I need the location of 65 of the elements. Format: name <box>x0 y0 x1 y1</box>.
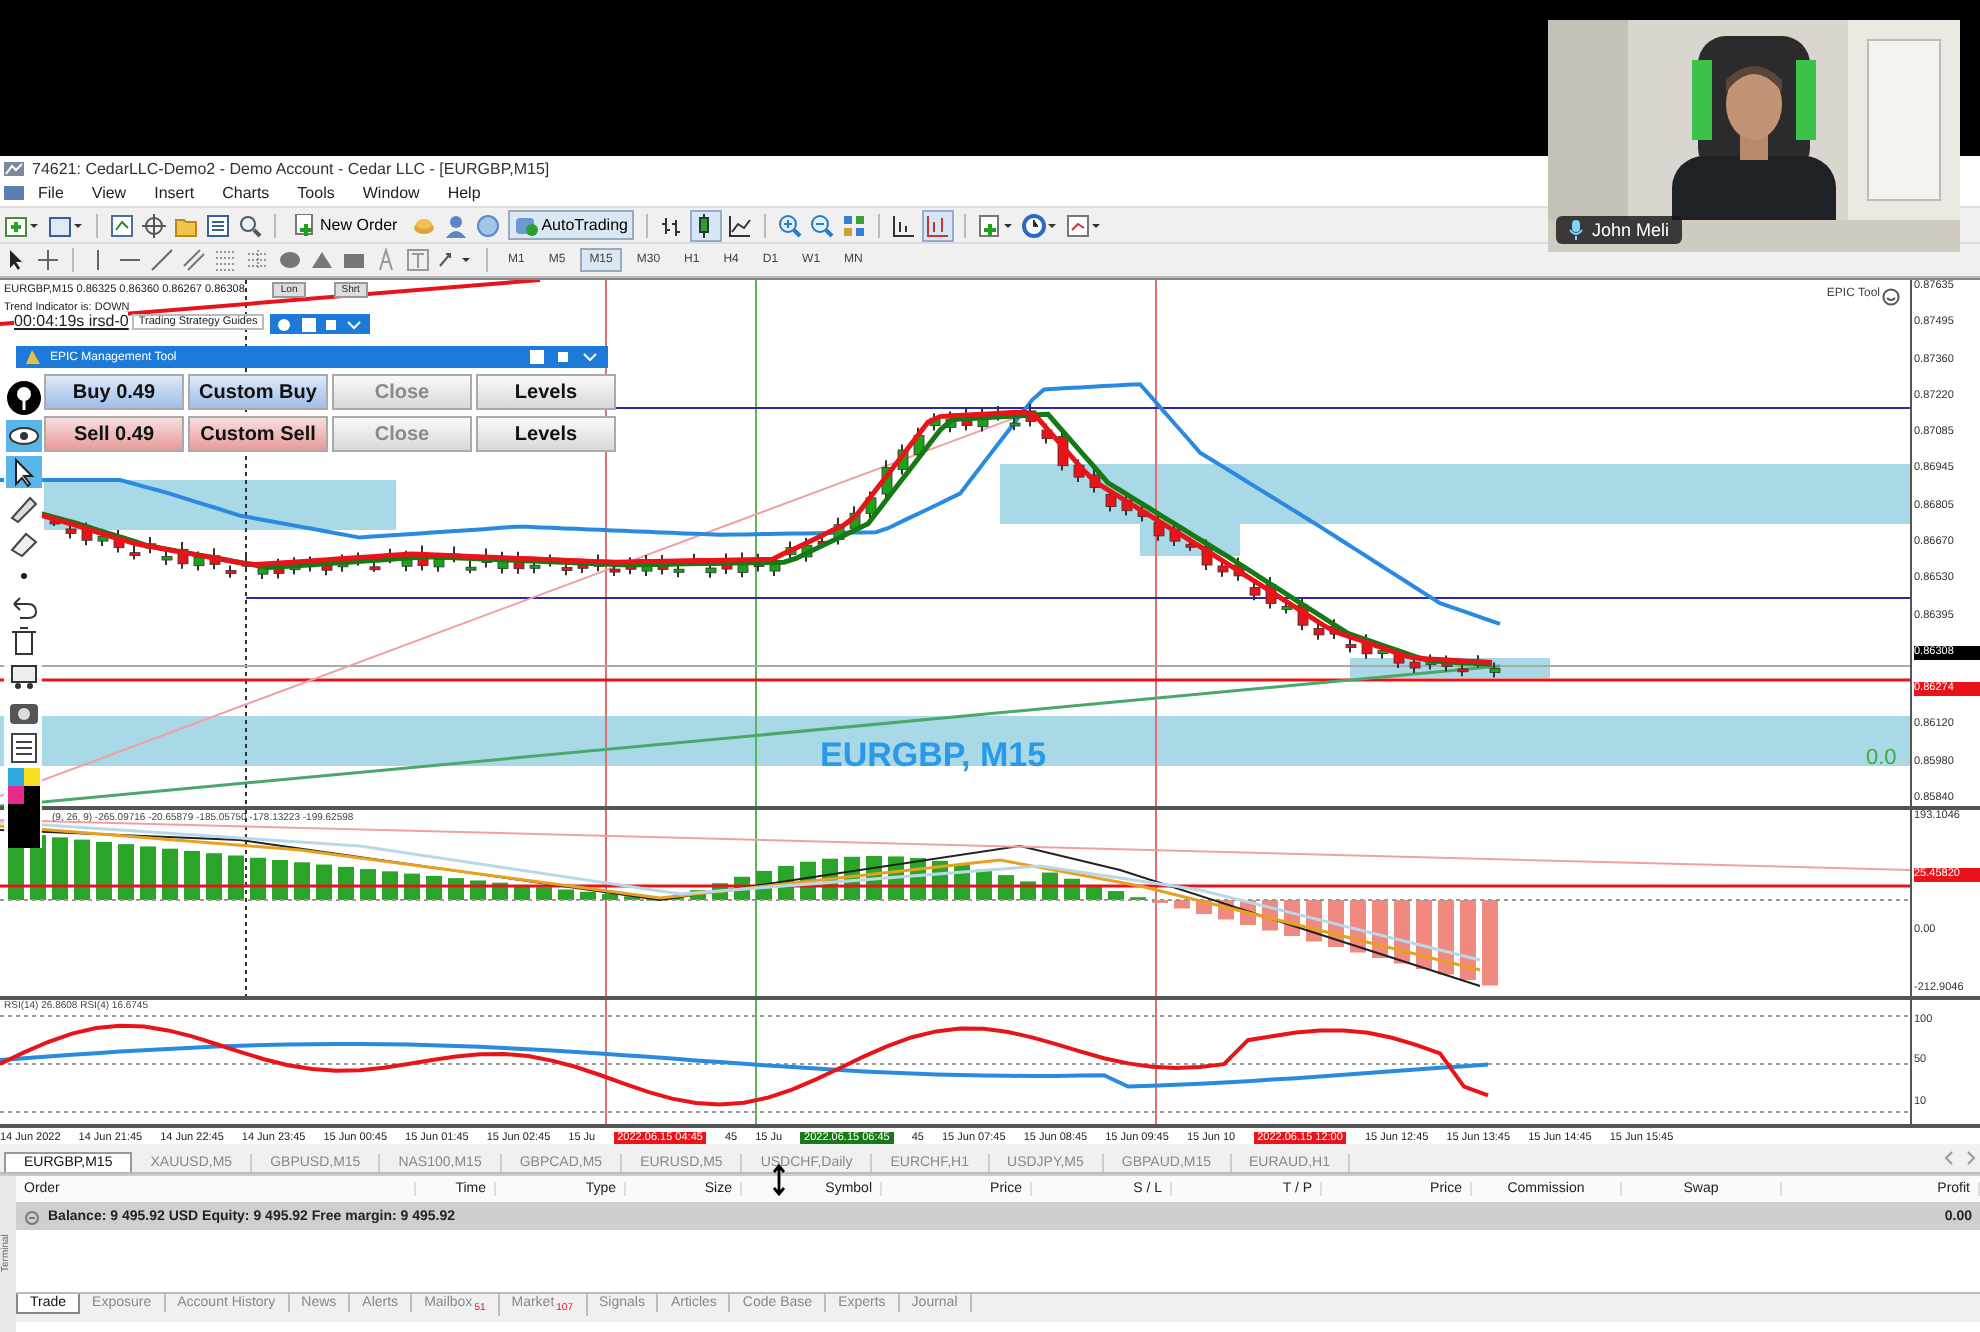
globe-icon[interactable] <box>475 213 500 237</box>
arrows-icon[interactable] <box>438 248 474 272</box>
menu-item[interactable]: Window <box>348 184 434 202</box>
app-icon <box>4 184 24 202</box>
tile-windows-icon[interactable] <box>841 213 866 237</box>
ellipse-icon[interactable] <box>278 248 302 272</box>
trade-button[interactable]: Custom Sell <box>188 416 328 452</box>
clock-icon[interactable] <box>1021 213 1058 237</box>
participant-name: John Meli <box>1592 220 1670 240</box>
folder-icon[interactable] <box>174 213 198 237</box>
countdown-timer: 00:04:19s irsd-0 <box>14 312 129 330</box>
trendline-icon[interactable] <box>150 248 174 272</box>
menu-item[interactable]: File <box>24 184 78 202</box>
cursor-icon[interactable] <box>4 248 28 272</box>
pin-icon[interactable] <box>5 380 41 416</box>
crosshair-icon[interactable] <box>142 213 166 237</box>
template-icon[interactable] <box>1065 213 1102 237</box>
menu-item[interactable]: Charts <box>208 184 284 202</box>
user-icon[interactable] <box>443 213 468 237</box>
triangle-icon[interactable] <box>310 248 334 272</box>
eye-icon[interactable] <box>5 420 41 452</box>
eraser-icon[interactable] <box>5 528 41 560</box>
smiley-icon <box>1882 288 1900 306</box>
new-chart-icon[interactable] <box>4 213 40 237</box>
zoom-out-icon[interactable] <box>809 213 834 237</box>
color-palette-icon[interactable] <box>5 768 41 848</box>
channel-icon[interactable] <box>182 248 206 272</box>
line-chart-icon[interactable] <box>727 213 752 237</box>
robot-icon <box>513 214 538 236</box>
menu-item[interactable]: Help <box>433 184 495 202</box>
autotrading-button[interactable]: AutoTrading <box>507 210 634 240</box>
menu-item[interactable]: Insert <box>140 184 209 202</box>
chart-shift-icon[interactable] <box>891 213 916 237</box>
cart-icon[interactable] <box>5 660 41 692</box>
candlestick-icon[interactable] <box>691 211 720 239</box>
bar-chart-icon[interactable] <box>659 213 684 237</box>
microphone-icon <box>1568 220 1584 240</box>
autoscroll-icon[interactable] <box>923 211 952 239</box>
magnifier-icon[interactable] <box>238 213 262 237</box>
zoom-in-icon[interactable] <box>777 213 802 237</box>
plus-document-icon <box>294 214 316 236</box>
list-icon[interactable] <box>206 213 230 237</box>
chart-window-icon[interactable] <box>110 213 134 237</box>
tool-logo-icon <box>24 348 42 366</box>
menu-item[interactable]: Tools <box>283 184 349 202</box>
window-title: 74621: CedarLLC-Demo2 - Demo Account - Cedar LLC - [EURGBP,M15] <box>32 159 550 177</box>
value-label: 0.0 <box>1866 746 1897 770</box>
menu-item[interactable]: View <box>77 184 141 202</box>
crosshair-icon[interactable] <box>36 248 60 272</box>
list-icon[interactable] <box>5 732 41 764</box>
pencil-icon[interactable] <box>5 492 41 524</box>
trade-button[interactable]: Custom Buy <box>188 374 328 410</box>
collapse-icon[interactable] <box>24 1209 40 1225</box>
new-order-button[interactable]: New Order <box>288 210 404 240</box>
rectangle-icon[interactable] <box>342 248 366 272</box>
panel-controls-icon[interactable] <box>276 315 364 333</box>
trade-button[interactable]: Buy 0.49 <box>44 374 184 410</box>
trade-button[interactable]: Levels <box>476 416 616 452</box>
chart-symbol-label: EURGBP, M15 <box>820 736 1047 776</box>
window-icon[interactable] <box>48 213 84 237</box>
indicator-add-icon[interactable] <box>977 213 1014 237</box>
trade-button[interactable]: Sell 0.49 <box>44 416 184 452</box>
panel-controls-icon[interactable] <box>528 348 600 366</box>
cursor-icon[interactable] <box>5 456 41 488</box>
trade-button[interactable]: Levels <box>476 374 616 410</box>
